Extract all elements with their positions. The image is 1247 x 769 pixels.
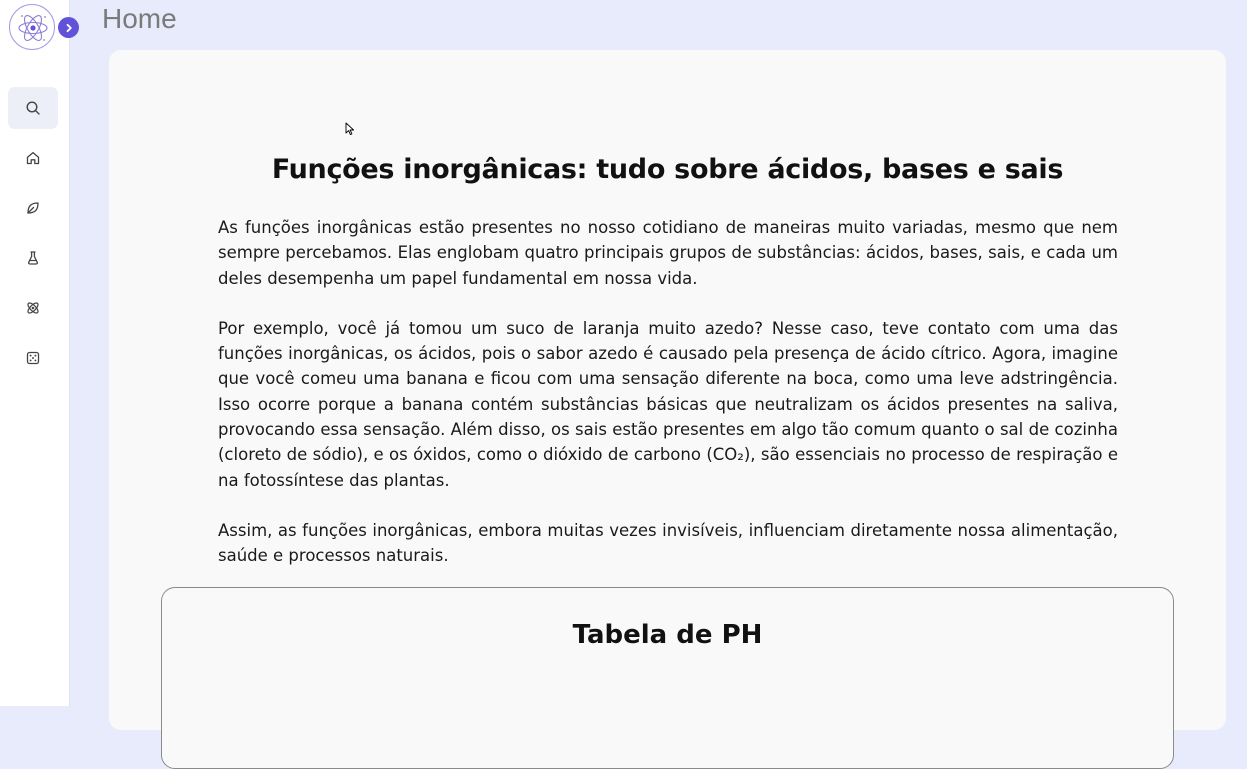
dice-icon (26, 351, 40, 365)
article-title: Funções inorgânicas: tudo sobre ácidos, … (271, 154, 1064, 185)
content-card: Funções inorgânicas: tudo sobre ácidos, … (109, 50, 1226, 769)
sidebar-item-search[interactable] (8, 87, 58, 129)
atom-icon (27, 302, 39, 314)
home-icon (26, 151, 40, 165)
sidebar-item-atom[interactable] (8, 287, 58, 329)
sidebar-item-flask[interactable] (8, 237, 58, 279)
sidebar-item-leaf[interactable] (8, 187, 58, 229)
article-paragraph: Assim, as funções inorgânicas, embora mu… (218, 520, 1118, 566)
page-title: Home (102, 3, 177, 34)
article-paragraph: Por exemplo, você já tomou um suco de la… (218, 318, 1118, 490)
article-paragraph: As funções inorgânicas estão presentes n… (218, 218, 1118, 288)
sidebar-item-dice[interactable] (8, 337, 58, 379)
ph-table-title: Tabela de PH (572, 620, 763, 650)
flask-icon (27, 251, 39, 265)
ph-table-card: Tabela de PH (161, 587, 1174, 769)
chevron-right-icon[interactable] (58, 17, 79, 38)
atom-logo-icon[interactable] (9, 4, 55, 50)
sidebar (0, 0, 79, 706)
sidebar-item-home[interactable] (8, 137, 58, 179)
article-body: As funções inorgânicas estão presentes n… (218, 215, 1118, 594)
mouse-cursor-icon (345, 121, 355, 140)
search-icon (26, 101, 40, 115)
leaf-icon (27, 202, 39, 214)
